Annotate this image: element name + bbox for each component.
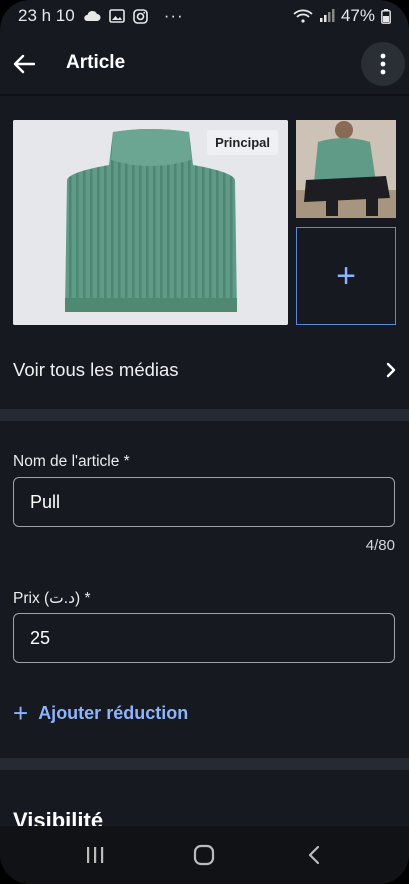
arrow-left-icon xyxy=(13,54,35,74)
signal-icon xyxy=(319,9,335,22)
cloud-icon xyxy=(83,10,101,21)
add-media-button[interactable]: + xyxy=(296,227,396,325)
app-bar: Article xyxy=(0,32,409,94)
page-title: Article xyxy=(66,52,126,73)
main-media-image[interactable]: Principal xyxy=(13,120,288,325)
more-options-button[interactable] xyxy=(361,42,405,86)
recent-apps-button[interactable] xyxy=(65,835,125,875)
media-thumbnail[interactable] xyxy=(296,120,396,218)
more-vertical-icon xyxy=(380,53,386,75)
back-nav-button[interactable] xyxy=(284,835,344,875)
home-button[interactable] xyxy=(174,835,234,875)
price-input[interactable]: 25 xyxy=(13,613,395,663)
chevron-left-icon xyxy=(309,845,320,865)
add-discount-button[interactable]: + Ajouter réduction xyxy=(13,700,188,726)
recent-apps-icon xyxy=(86,847,104,863)
price-input-value: 25 xyxy=(30,627,51,648)
see-all-media-label: Voir tous les médias xyxy=(13,359,179,380)
status-time: 23 h 10 xyxy=(18,6,75,25)
more-dots-icon: ··· xyxy=(163,6,184,25)
model-photo xyxy=(296,120,396,218)
battery-icon xyxy=(381,8,391,24)
section-divider xyxy=(0,758,409,770)
name-char-counter: 4/80 xyxy=(365,537,395,554)
home-icon xyxy=(194,844,215,866)
add-discount-label: Ajouter réduction xyxy=(38,702,189,723)
header-divider xyxy=(0,94,409,96)
plus-icon: + xyxy=(336,256,356,295)
phone-screen: 23 h 10 ··· 47% Article Principal + Voir… xyxy=(0,0,409,884)
main-badge: Principal xyxy=(207,130,278,155)
system-nav-bar xyxy=(0,826,409,884)
chevron-right-icon xyxy=(386,362,396,378)
status-bar: 23 h 10 ··· 47% xyxy=(0,0,409,32)
section-divider xyxy=(0,409,409,421)
name-field-label: Nom de l'article * xyxy=(13,453,130,470)
back-button[interactable] xyxy=(6,46,42,82)
instagram-icon xyxy=(132,8,148,24)
battery-percent: 47% xyxy=(340,6,375,25)
price-field-label: Prix (د.ت) * xyxy=(13,590,91,607)
wifi-icon xyxy=(293,9,313,23)
plus-icon: + xyxy=(13,698,29,728)
name-input[interactable]: Pull xyxy=(13,477,395,527)
see-all-media-row[interactable]: Voir tous les médias xyxy=(13,355,396,385)
image-icon xyxy=(108,9,125,23)
name-input-value: Pull xyxy=(30,491,61,512)
